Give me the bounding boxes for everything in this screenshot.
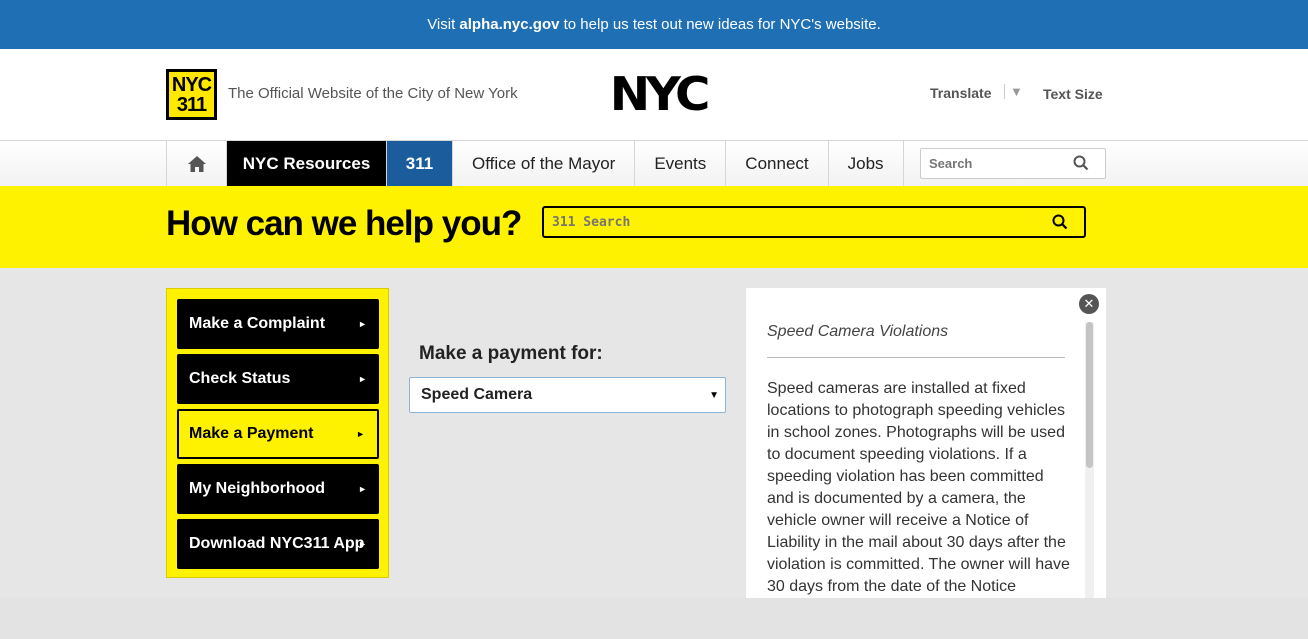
my-neighborhood-button[interactable]: My Neighborhood ► <box>177 464 379 514</box>
info-scrollbar-thumb[interactable] <box>1086 322 1093 468</box>
sidebar-item-label: My Neighborhood <box>189 480 325 497</box>
close-icon[interactable]: ✕ <box>1079 294 1099 314</box>
banner-prefix: Visit <box>427 16 460 33</box>
page-bottom-area <box>0 598 1308 639</box>
nyc311-logo[interactable]: NYC 311 <box>166 69 217 120</box>
nav-jobs[interactable]: Jobs <box>829 141 904 186</box>
info-title: Speed Camera Violations <box>767 323 949 340</box>
arrow-right-icon: ► <box>356 429 365 439</box>
translate-dropdown-icon[interactable]: ▼ <box>1004 84 1023 99</box>
download-app-button[interactable]: Download NYC311 App ► <box>177 519 379 569</box>
info-divider <box>767 357 1065 358</box>
info-body: Speed cameras are installed at fixed loc… <box>767 380 1070 595</box>
site-tagline: The Official Website of the City of New … <box>228 85 518 102</box>
alpha-banner: Visit alpha.nyc.gov to help us test out … <box>0 0 1308 49</box>
nyc-brand-logo[interactable]: NYC <box>610 67 711 121</box>
info-panel: Speed Camera Violations Speed cameras ar… <box>746 288 1106 598</box>
sidebar-item-label: Check Status <box>189 370 291 387</box>
search-icon[interactable] <box>1052 214 1068 230</box>
payment-type-select[interactable]: Speed Camera ▼ <box>409 377 726 413</box>
sidebar-item-label: Download NYC311 App <box>189 535 365 552</box>
nav-home[interactable] <box>167 141 227 186</box>
help-heading: How can we help you? <box>166 204 522 243</box>
translate-link[interactable]: Translate <box>930 85 991 101</box>
site-search-input[interactable] <box>929 156 1069 171</box>
arrow-right-icon: ► <box>358 539 367 549</box>
payment-selected-value: Speed Camera <box>421 386 533 403</box>
banner-link[interactable]: alpha.nyc.gov <box>459 16 559 33</box>
arrow-right-icon: ► <box>358 374 367 384</box>
text-size-link[interactable]: Text Size <box>1043 86 1103 102</box>
nav-nyc-resources[interactable]: NYC Resources <box>227 141 387 186</box>
nav-office-of-the-mayor[interactable]: Office of the Mayor <box>453 141 636 186</box>
nav-events[interactable]: Events <box>635 141 727 186</box>
action-sidebar: Make a Complaint ► Check Status ► Make a… <box>166 288 389 578</box>
logo-line-311: 311 <box>176 93 207 116</box>
check-status-button[interactable]: Check Status ► <box>177 354 379 404</box>
search-311-box <box>542 206 1086 238</box>
make-payment-button[interactable]: Make a Payment ► <box>177 409 379 459</box>
home-icon <box>187 155 206 172</box>
arrow-right-icon: ► <box>358 484 367 494</box>
payment-label: Make a payment for: <box>419 343 603 364</box>
site-header: NYC 311 The Official Website of the City… <box>0 49 1308 141</box>
site-search-box <box>920 148 1106 179</box>
chevron-down-icon: ▼ <box>709 389 719 401</box>
main-nav: NYC Resources 311 Office of the Mayor Ev… <box>166 141 904 186</box>
sidebar-item-label: Make a Payment <box>189 425 314 442</box>
search-icon[interactable] <box>1073 155 1089 171</box>
nav-311[interactable]: 311 <box>387 141 453 186</box>
search-311-input[interactable] <box>552 214 1032 230</box>
nav-connect[interactable]: Connect <box>726 141 829 186</box>
logo-line-nyc: NYC <box>171 73 212 96</box>
banner-suffix: to help us test out new ideas for NYC's … <box>559 16 881 33</box>
arrow-right-icon: ► <box>358 319 367 329</box>
main-nav-bar: NYC Resources 311 Office of the Mayor Ev… <box>0 141 1308 186</box>
sidebar-item-label: Make a Complaint <box>189 315 326 332</box>
make-complaint-button[interactable]: Make a Complaint ► <box>177 299 379 349</box>
help-bar: How can we help you? <box>0 186 1308 268</box>
